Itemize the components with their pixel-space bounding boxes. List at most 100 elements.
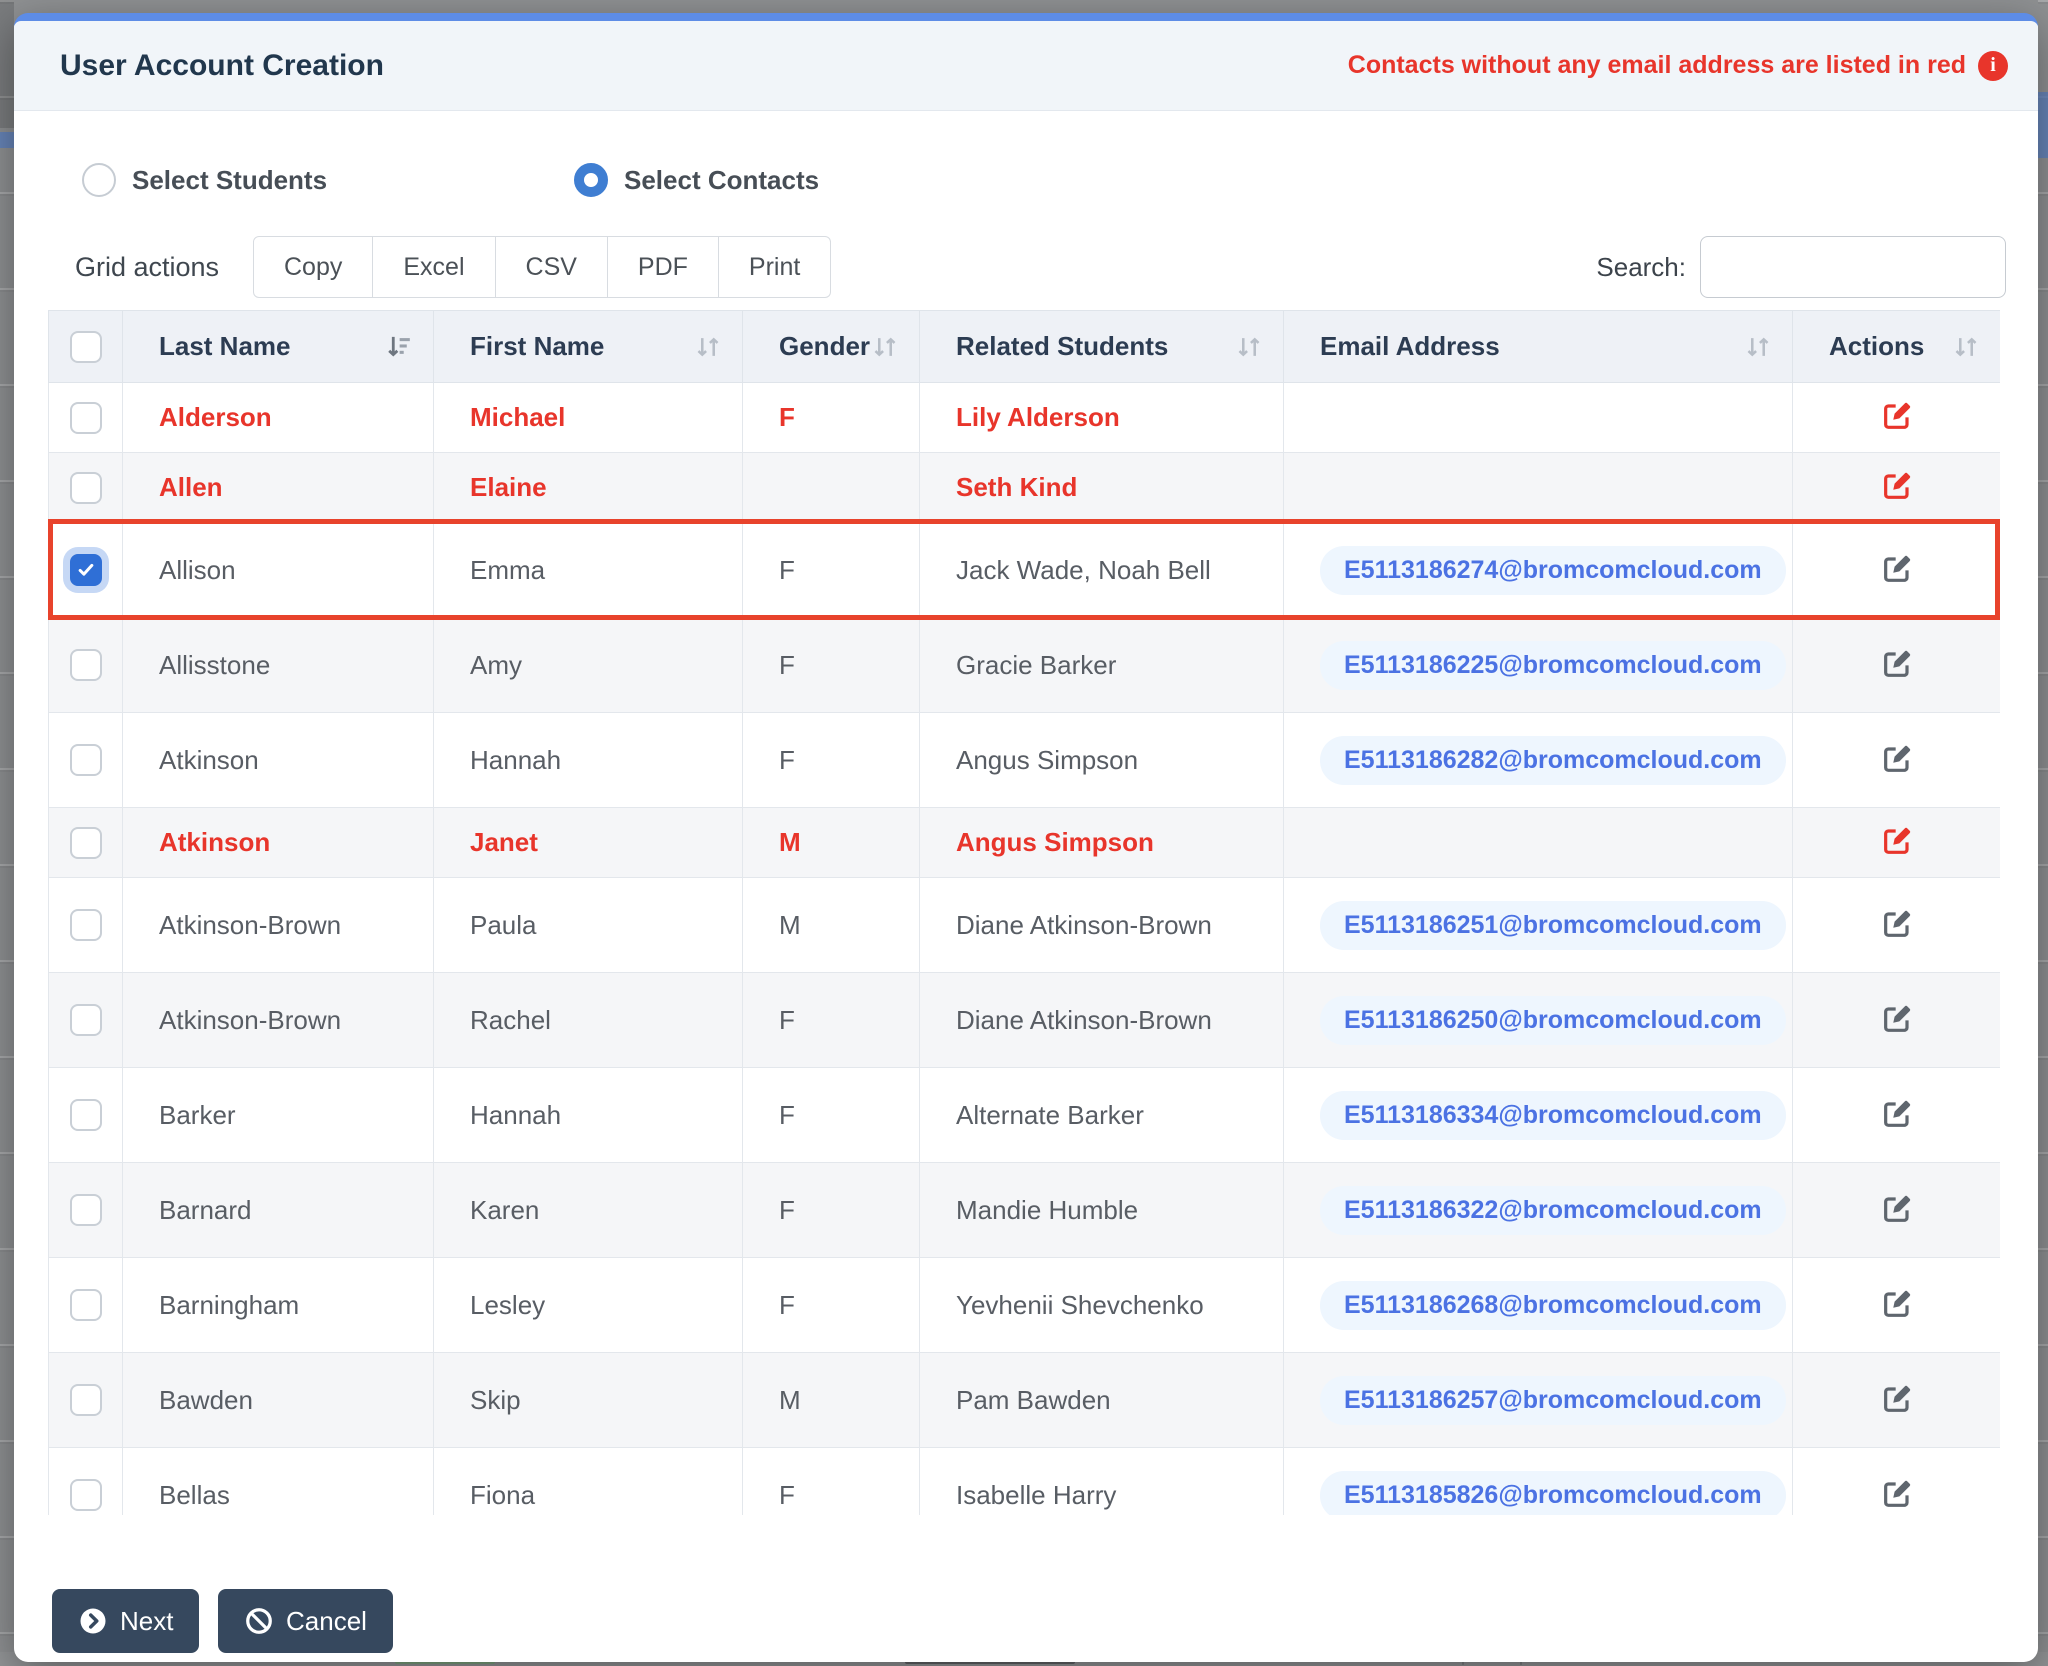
row-checkbox[interactable]	[70, 649, 102, 681]
radio-dot-icon[interactable]	[574, 163, 608, 197]
edit-contact-button[interactable]	[1881, 400, 1913, 435]
radio-label: Select Contacts	[624, 165, 819, 196]
grid-action-print-button[interactable]: Print	[719, 236, 831, 298]
column-header-last-name[interactable]: Last Name	[123, 311, 434, 383]
checkbox-cell[interactable]	[49, 878, 123, 973]
column-header-first-name[interactable]: First Name	[434, 311, 743, 383]
cell-last-name: Allen	[123, 453, 434, 523]
cell-email-address	[1284, 808, 1793, 878]
radio-select-contacts[interactable]: Select Contacts	[574, 160, 819, 200]
row-checkbox[interactable]	[70, 1384, 102, 1416]
radio-circle-icon[interactable]	[82, 163, 116, 197]
edit-contact-button[interactable]	[1881, 648, 1913, 683]
checkbox-cell[interactable]	[49, 808, 123, 878]
search-input[interactable]	[1700, 236, 2006, 298]
checkbox-cell[interactable]	[49, 523, 123, 618]
checkbox-cell[interactable]	[49, 383, 123, 453]
edit-contact-button[interactable]	[1881, 470, 1913, 505]
checkbox-cell[interactable]	[49, 713, 123, 808]
cell-email-address: E5113186282@bromcomcloud.com	[1284, 713, 1793, 808]
cell-email-address: E5113186251@bromcomcloud.com	[1284, 878, 1793, 973]
row-checkbox[interactable]	[70, 1289, 102, 1321]
table-row: BarnardKarenFMandie HumbleE5113186322@br…	[49, 1163, 2001, 1258]
row-checkbox[interactable]	[70, 1099, 102, 1131]
row-checkbox[interactable]	[70, 1479, 102, 1511]
email-link[interactable]: E5113186274@bromcomcloud.com	[1320, 546, 1786, 595]
row-checkbox[interactable]	[70, 1194, 102, 1226]
grid-action-csv-button[interactable]: CSV	[496, 236, 608, 298]
info-circle-icon[interactable]: i	[1978, 51, 2008, 81]
column-header-gender[interactable]: Gender	[743, 311, 920, 383]
grid-action-pdf-button[interactable]: PDF	[608, 236, 719, 298]
next-button[interactable]: Next	[52, 1589, 199, 1653]
cancel-button[interactable]: Cancel	[218, 1589, 393, 1653]
cell-last-name: Atkinson	[123, 713, 434, 808]
cell-first-name: Lesley	[434, 1258, 743, 1353]
sort-arrows-icon	[1744, 334, 1772, 360]
checkbox-cell[interactable]	[49, 1258, 123, 1353]
grid-action-copy-button[interactable]: Copy	[253, 236, 373, 298]
row-checkbox[interactable]	[70, 402, 102, 434]
email-link[interactable]: E5113185826@bromcomcloud.com	[1320, 1471, 1786, 1516]
edit-contact-button[interactable]	[1881, 1098, 1913, 1133]
cell-gender: F	[743, 618, 920, 713]
select-all-checkbox[interactable]	[70, 331, 102, 363]
edit-contact-button[interactable]	[1881, 1288, 1913, 1323]
email-link[interactable]: E5113186257@bromcomcloud.com	[1320, 1376, 1786, 1425]
checkbox-cell[interactable]	[49, 618, 123, 713]
cell-actions	[1793, 1448, 2001, 1516]
checkbox-cell[interactable]	[49, 1448, 123, 1516]
cell-email-address	[1284, 453, 1793, 523]
cell-email-address: E5113186225@bromcomcloud.com	[1284, 618, 1793, 713]
cell-first-name: Emma	[434, 523, 743, 618]
column-header-email-address[interactable]: Email Address	[1284, 311, 1793, 383]
cell-gender: F	[743, 713, 920, 808]
row-checkbox[interactable]	[70, 554, 102, 586]
edit-contact-button[interactable]	[1881, 1003, 1913, 1038]
email-link[interactable]: E5113186282@bromcomcloud.com	[1320, 736, 1786, 785]
cell-actions	[1793, 1258, 2001, 1353]
email-link[interactable]: E5113186251@bromcomcloud.com	[1320, 901, 1786, 950]
row-checkbox[interactable]	[70, 909, 102, 941]
cell-email-address: E5113186257@bromcomcloud.com	[1284, 1353, 1793, 1448]
row-checkbox[interactable]	[70, 827, 102, 859]
cell-first-name: Hannah	[434, 713, 743, 808]
column-header-label: Actions	[1829, 331, 1924, 361]
row-checkbox[interactable]	[70, 1004, 102, 1036]
edit-contact-button[interactable]	[1881, 1383, 1913, 1418]
email-link[interactable]: E5113186225@bromcomcloud.com	[1320, 641, 1786, 690]
edit-icon	[1881, 1098, 1913, 1130]
email-link[interactable]: E5113186334@bromcomcloud.com	[1320, 1091, 1786, 1140]
cell-first-name: Paula	[434, 878, 743, 973]
sort-arrows-icon	[871, 334, 899, 360]
edit-contact-button[interactable]	[1881, 743, 1913, 778]
row-checkbox[interactable]	[70, 744, 102, 776]
checkbox-cell[interactable]	[49, 1353, 123, 1448]
edit-contact-button[interactable]	[1881, 825, 1913, 860]
email-link[interactable]: E5113186322@bromcomcloud.com	[1320, 1186, 1786, 1235]
edit-contact-button[interactable]	[1881, 1193, 1913, 1228]
cell-email-address: E5113186268@bromcomcloud.com	[1284, 1258, 1793, 1353]
email-link[interactable]: E5113186250@bromcomcloud.com	[1320, 996, 1786, 1045]
contacts-table: Last NameFirst NameGenderRelated Student…	[48, 310, 2000, 1515]
grid-actions-button-group: CopyExcelCSVPDFPrint	[253, 236, 831, 298]
cell-actions	[1793, 973, 2001, 1068]
checkbox-cell[interactable]	[49, 973, 123, 1068]
edit-contact-button[interactable]	[1881, 1478, 1913, 1513]
checkbox-cell[interactable]	[49, 453, 123, 523]
cell-email-address	[1284, 383, 1793, 453]
cell-gender: F	[743, 1448, 920, 1516]
edit-icon	[1881, 1478, 1913, 1510]
checkbox-cell[interactable]	[49, 1163, 123, 1258]
checkbox-cell[interactable]	[49, 1068, 123, 1163]
email-link[interactable]: E5113186268@bromcomcloud.com	[1320, 1281, 1786, 1330]
column-header-actions[interactable]: Actions	[1793, 311, 2001, 383]
table-row: AldersonMichaelFLily Alderson	[49, 383, 2001, 453]
grid-action-excel-button[interactable]: Excel	[373, 236, 495, 298]
radio-select-students[interactable]: Select Students	[82, 160, 327, 200]
column-header-related-students[interactable]: Related Students	[920, 311, 1284, 383]
row-checkbox[interactable]	[70, 472, 102, 504]
edit-contact-button[interactable]	[1881, 553, 1913, 588]
edit-contact-button[interactable]	[1881, 908, 1913, 943]
select-all-checkbox-header[interactable]	[49, 311, 123, 383]
